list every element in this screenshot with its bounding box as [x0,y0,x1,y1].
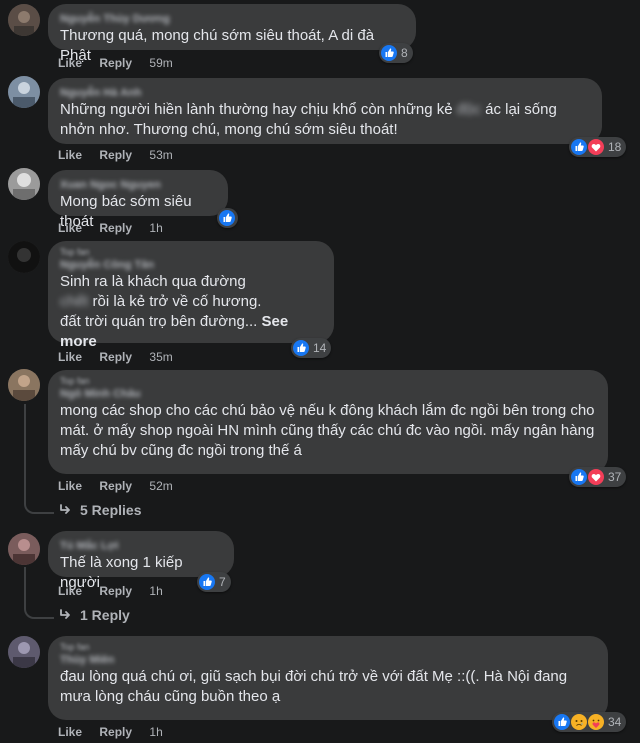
censored-word: chết [60,293,89,310]
commenter-name[interactable]: Thùy Miên [60,653,596,667]
like-button[interactable]: Like [58,584,82,598]
avatar[interactable] [8,76,40,108]
commenter-name[interactable]: Tú Mắc Lợi [60,539,222,553]
comment-actions: Like Reply 35m [58,350,187,364]
comment-bubble: Top fan Ngô Minh Châu mong các shop cho … [48,370,608,474]
reaction-count: 14 [313,341,327,355]
comment-bubble: Nguyễn Thùy Dương Thương quá, mong chú s… [48,4,416,64]
censored-word: độc [456,101,481,118]
comment-actions: Like Reply 1h [58,725,177,739]
reaction-count: 7 [219,575,226,589]
comment-text-line: chết rồi là kẻ trở về cố hương. [60,293,262,310]
top-fan-badge: Top fan [60,376,90,386]
comment-actions: Like Reply 59m [58,56,187,70]
comment-bubble: Top fan Nguyễn Công Tân Sinh ra là khách… [48,241,334,350]
reply-arrow-icon [60,609,70,619]
comment-time[interactable]: 1h [149,221,162,235]
reply-button[interactable]: Reply [99,479,132,493]
reaction-summary[interactable]: 8 [379,43,413,63]
view-replies-link[interactable]: 1 Reply [58,607,130,623]
comment-time[interactable]: 35m [149,350,172,364]
comment-bubble: Tú Mắc Lợi Thế là xong 1 kiếp người [48,531,234,591]
comment-text-line: Sinh ra là khách qua đường [60,273,246,290]
avatar[interactable] [8,241,40,273]
reaction-summary[interactable]: 7 [197,572,231,592]
reply-button[interactable]: Reply [99,56,132,70]
comment-text: mong các shop cho các chú bảo vệ nếu k đ… [60,402,599,459]
avatar[interactable] [8,533,40,565]
comment-actions: Like Reply 53m [58,148,187,162]
comment-time[interactable]: 52m [149,479,172,493]
comment-actions: Like Reply 1h [58,584,177,598]
comment-time[interactable]: 1h [149,584,162,598]
commenter-name[interactable]: Nguyễn Thùy Dương [60,12,404,26]
comment-bubble: Nguyễn Hà Anh Những người hiền lành thườ… [48,78,602,144]
reply-arrow-icon [60,504,70,514]
like-reaction-icon [554,714,570,730]
like-button[interactable]: Like [58,479,82,493]
reaction-count: 18 [608,140,622,154]
commenter-name[interactable]: Nguyễn Hà Anh [60,86,590,100]
comment-bubble: Top fan Thùy Miên đau lòng quá chú ơi, g… [48,636,608,720]
comment-time[interactable]: 59m [149,56,172,70]
comment-text-line: đất trời quán trọ bên đường... See more [60,313,293,350]
like-button[interactable]: Like [58,221,82,235]
comment-text: đau lòng quá chú ơi, giũ sạch bụi đời ch… [60,668,572,705]
comment-bubble: Xuan Ngoc Nguyen Mong bác sớm siêu thoát [48,170,228,230]
sad-reaction-icon [571,714,587,730]
like-reaction-icon [293,340,309,356]
top-fan-badge: Top fan [60,247,90,257]
love-reaction-icon [588,469,604,485]
reaction-summary[interactable] [217,208,238,228]
avatar[interactable] [8,168,40,200]
commenter-name[interactable]: Nguyễn Công Tân [60,258,322,272]
like-reaction-icon [199,574,215,590]
care-reaction-icon [588,714,604,730]
comment-time[interactable]: 1h [149,725,162,739]
like-reaction-icon [219,210,235,226]
avatar[interactable] [8,636,40,668]
like-button[interactable]: Like [58,350,82,364]
avatar[interactable] [8,4,40,36]
view-replies-link[interactable]: 5 Replies [58,502,141,518]
thread-line [24,404,54,514]
reaction-count: 34 [608,715,622,729]
commenter-name[interactable]: Ngô Minh Châu [60,387,596,401]
reaction-summary[interactable]: 34 [552,712,627,732]
comment-text: Những người hiền lành thường hay chịu kh… [60,101,562,138]
comment-time[interactable]: 53m [149,148,172,162]
reaction-summary[interactable]: 37 [569,467,627,487]
like-reaction-icon [381,45,397,61]
reply-button[interactable]: Reply [99,148,132,162]
like-button[interactable]: Like [58,148,82,162]
reply-button[interactable]: Reply [99,584,132,598]
like-button[interactable]: Like [58,56,82,70]
love-reaction-icon [588,139,604,155]
reply-button[interactable]: Reply [99,350,132,364]
like-reaction-icon [571,139,587,155]
reaction-summary[interactable]: 14 [291,338,332,358]
reaction-count: 8 [401,46,408,60]
reaction-count: 37 [608,470,622,484]
commenter-name[interactable]: Xuan Ngoc Nguyen [60,178,216,192]
comment-actions: Like Reply 1h [58,221,177,235]
reaction-summary[interactable]: 18 [569,137,627,157]
avatar[interactable] [8,369,40,401]
like-reaction-icon [571,469,587,485]
thread-line [24,567,54,619]
like-button[interactable]: Like [58,725,82,739]
top-fan-badge: Top fan [60,642,90,652]
reply-button[interactable]: Reply [99,221,132,235]
reply-button[interactable]: Reply [99,725,132,739]
comment-actions: Like Reply 52m [58,479,187,493]
